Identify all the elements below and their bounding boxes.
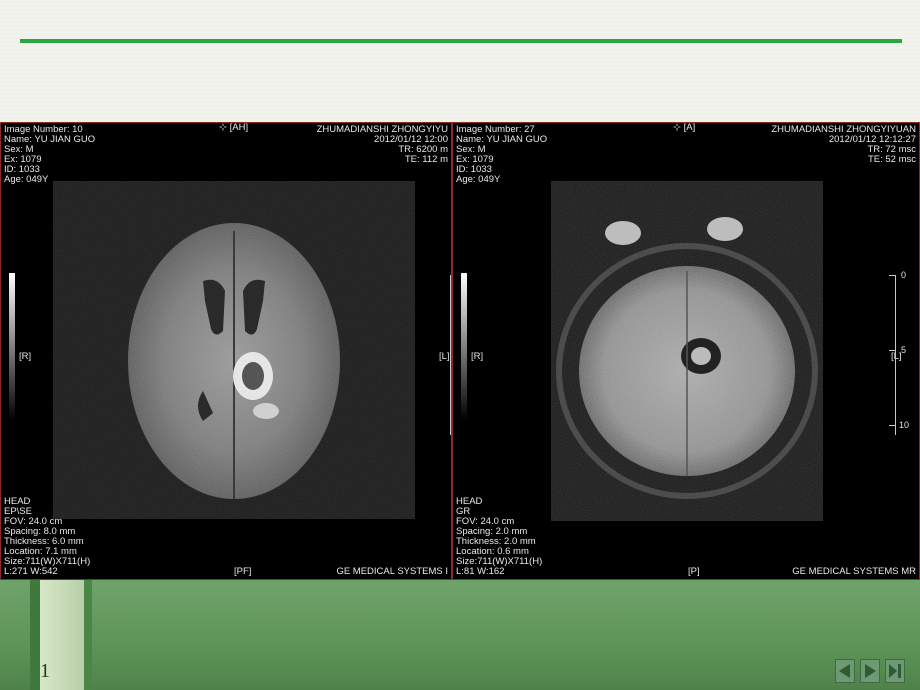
orientation-top: ⊹ [A]: [673, 122, 696, 133]
crosshair-icon: ⊹: [219, 122, 230, 133]
echo-time: TE: 112 m: [404, 154, 448, 165]
scale-label: 0: [901, 270, 907, 280]
last-slide-button[interactable]: [885, 659, 905, 683]
footer-stripe: [84, 580, 92, 690]
patient-age: Age: 049Y: [456, 174, 501, 185]
scan-info-bottom-left: HEAD EP\SE FOV: 24.0 cm Spacing: 8.0 mm …: [4, 497, 90, 577]
crosshair-icon: ⊹: [673, 122, 684, 133]
skip-end-icon: [889, 664, 901, 678]
scale-ruler: 0 5 10: [889, 270, 913, 435]
scale-label: 10: [899, 420, 910, 430]
orientation-top: ⊹ [AH]: [219, 122, 249, 133]
orientation-left-label: [L]: [439, 351, 450, 362]
slide-number: 1: [40, 660, 50, 682]
grayscale-bar: [9, 273, 15, 421]
orientation-right-label: [R]: [19, 351, 32, 362]
title-rule: [20, 39, 902, 43]
scan-panel-gre: Image Number: 27 Name: YU JIAN GUO Sex: …: [452, 122, 920, 580]
scan-info-bottom-left: HEAD GR FOV: 24.0 cm Spacing: 2.0 mm Thi…: [456, 497, 542, 577]
scale-label: 5: [901, 345, 907, 355]
scan-info-top-right: ZHUMADIANSHI ZHONGYIYUAN 2012/01/12 12:1…: [771, 125, 916, 165]
scan-info-top-right: ZHUMADIANSHI ZHONGYIYU 2012/01/12 12:00 …: [317, 125, 448, 165]
footer-stripe: [30, 580, 40, 690]
manufacturer: GE MEDICAL SYSTEMS I: [336, 566, 448, 577]
triangle-right-icon: [865, 664, 876, 678]
window-level: L:271 W:542: [4, 566, 58, 577]
patient-info-top-left: Image Number: 27 Name: YU JIAN GUO Sex: …: [456, 125, 547, 185]
brain-scan-dwi-image: [53, 181, 415, 519]
window-level: L:81 W:162: [456, 566, 505, 577]
manufacturer: GE MEDICAL SYSTEMS MR: [792, 566, 916, 577]
previous-slide-button[interactable]: [835, 659, 855, 683]
orientation-bottom: [PF]: [234, 566, 252, 577]
orientation-bottom: [P]: [688, 566, 700, 577]
echo-time: TE: 52 msc: [867, 154, 916, 165]
orientation-right-label: [R]: [471, 351, 484, 362]
grayscale-bar: [461, 273, 467, 421]
slide-footer: [0, 580, 920, 690]
triangle-left-icon: [839, 664, 850, 678]
brain-scan-gre-image: [551, 181, 823, 521]
next-slide-button[interactable]: [860, 659, 880, 683]
patient-age: Age: 049Y: [4, 174, 49, 185]
scan-panel-dwi: Image Number: 10 Name: YU JIAN GUO Sex: …: [0, 122, 452, 580]
slide-header-area: [0, 0, 920, 122]
patient-info-top-left: Image Number: 10 Name: YU JIAN GUO Sex: …: [4, 125, 95, 185]
